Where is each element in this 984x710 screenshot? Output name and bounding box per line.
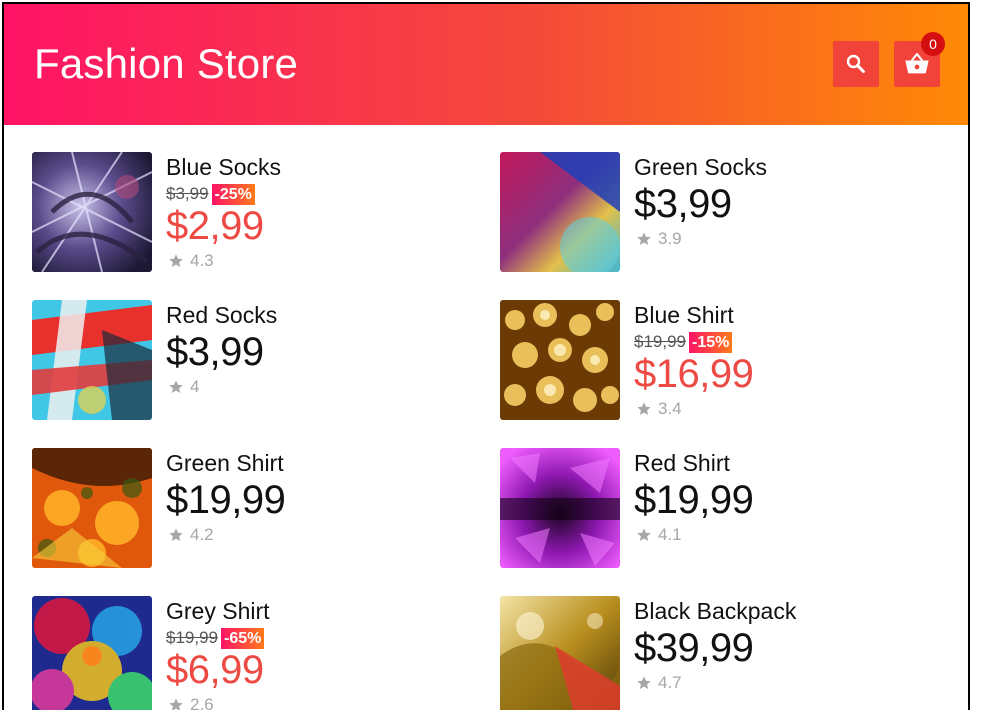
product-card[interactable]: Grey Shirt $19,99 -65% $6,99 2.6 [32,596,472,710]
product-thumbnail[interactable] [500,152,620,272]
product-price: $19,99 [634,478,754,522]
rainbow-crystal-thumbnail [32,596,152,710]
orange-splatter-thumbnail [32,448,152,568]
product-thumbnail[interactable] [500,300,620,420]
product-thumbnail[interactable] [32,596,152,710]
product-name: Red Socks [166,302,278,328]
paint-strokes-thumbnail [32,300,152,420]
gradient-blur-thumbnail [500,152,620,272]
discount-badge: -25% [211,183,255,205]
product-price: $19,99 [166,478,286,522]
product-rating: 4.7 [636,673,682,693]
discount-badge: -65% [221,627,265,649]
product-thumbnail[interactable] [500,596,620,710]
rating-value: 3.9 [658,229,682,248]
product-rating: 3.4 [636,399,682,419]
app-bar: Fashion Store 0 [4,4,968,125]
cart-button[interactable]: 0 [894,32,945,87]
old-price: $19,99 [634,332,686,351]
app-title: Fashion Store [34,40,299,87]
product-thumbnail[interactable] [32,448,152,568]
star-icon [637,402,651,415]
product-rating: 4.1 [636,525,682,545]
product-name: Black Backpack [634,598,797,624]
rating-value: 4.3 [190,251,214,270]
product-name: Grey Shirt [166,598,270,624]
product-card[interactable]: Red Shirt $19,99 4.1 [500,448,940,568]
rating-value: 4.7 [658,673,682,692]
product-rating: 4.2 [168,525,214,545]
product-name: Blue Shirt [634,302,734,328]
product-card[interactable]: Blue Socks $3,99 -25% $2,99 4.3 [32,152,472,272]
star-icon [169,254,183,267]
product-name: Blue Socks [166,154,282,180]
search-icon [846,54,865,73]
star-icon [169,698,183,710]
rating-value: 4.2 [190,525,214,544]
product-rating: 2.6 [168,695,214,710]
product-thumbnail[interactable] [32,152,152,272]
old-price-row: $19,99 -15% [634,331,733,353]
product-name: Red Shirt [634,450,730,476]
search-button[interactable] [833,41,879,87]
product-price: $3,99 [166,330,264,374]
product-name: Green Shirt [166,450,284,476]
rating-value: 4.1 [658,525,682,544]
product-name: Green Socks [634,154,767,180]
product-rating: 3.9 [636,229,682,249]
product-price: $39,99 [634,626,754,670]
abstract-purple-thumbnail [32,152,152,272]
product-card[interactable]: Blue Shirt $19,99 -15% $16,99 3.4 [500,300,940,420]
old-price-row: $3,99 -25% [166,183,255,205]
product-card[interactable]: Green Socks $3,99 3.9 [500,152,940,272]
product-card[interactable]: Red Socks $3,99 4 [32,300,472,420]
old-price-row: $19,99 -65% [166,627,265,649]
star-icon [637,232,651,245]
liquid-gold-thumbnail [500,596,620,710]
product-price: $16,99 [634,352,754,396]
purple-crystal-thumbnail [500,448,620,568]
old-price: $3,99 [166,184,209,203]
product-price: $3,99 [634,182,732,226]
product-card[interactable]: Black Backpack $39,99 4.7 [500,596,940,710]
cart-count-badge: 0 [921,32,945,56]
star-icon [169,528,183,541]
star-icon [169,380,183,393]
rating-value: 3.4 [658,399,682,418]
app-window: Fashion Store 0 Blue Socks $3,99 -25% $2… [2,2,970,710]
gold-bokeh-thumbnail [500,300,620,420]
product-price: $2,99 [166,204,264,248]
product-rating: 4 [168,377,199,397]
star-icon [637,528,651,541]
product-card[interactable]: Green Shirt $19,99 4.2 [32,448,472,568]
discount-badge: -15% [689,331,733,353]
rating-value: 2.6 [190,695,214,710]
product-thumbnail[interactable] [32,300,152,420]
rating-value: 4 [190,377,200,396]
product-rating: 4.3 [168,251,214,271]
star-icon [637,676,651,689]
product-thumbnail[interactable] [500,448,620,568]
old-price: $19,99 [166,628,218,647]
product-price: $6,99 [166,648,264,692]
